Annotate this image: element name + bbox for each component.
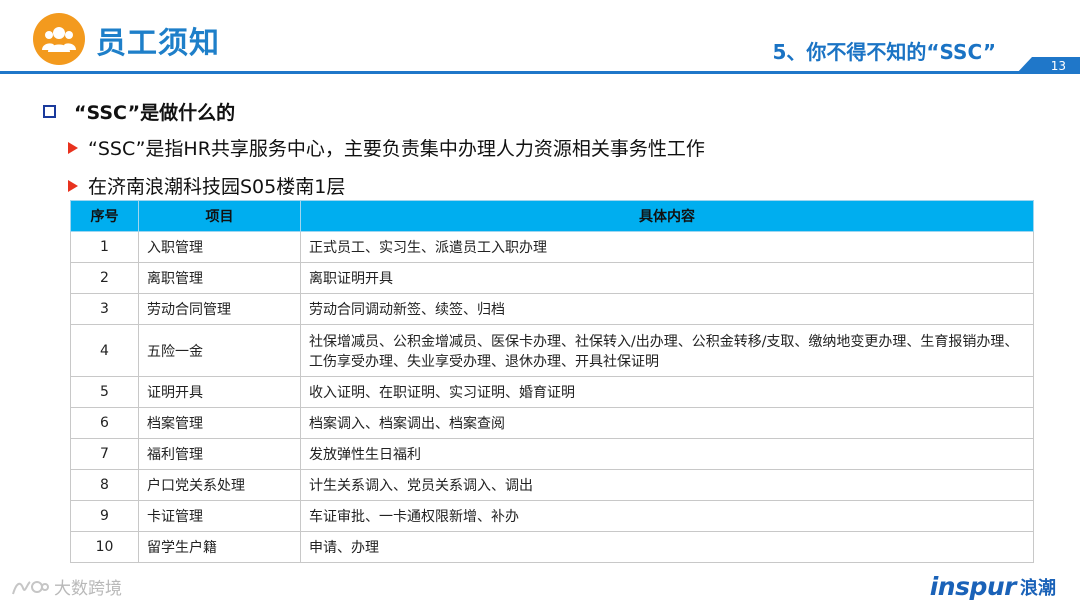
brand-name-cn: 浪潮: [1020, 577, 1056, 599]
cell-content: 档案调入、档案调出、档案查阅: [300, 407, 1034, 439]
header-divider: [0, 71, 1080, 74]
table-row: 5 证明开具 收入证明、在职证明、实习证明、婚育证明: [70, 376, 1034, 408]
cell-num: 4: [70, 324, 139, 377]
header-item: 项目: [138, 200, 301, 232]
cell-item: 留学生户籍: [138, 531, 301, 563]
cell-item: 五险一金: [138, 324, 301, 377]
bullet-text: 在济南浪潮科技园S05楼南1层: [88, 176, 346, 198]
page-number: 13: [1050, 59, 1066, 73]
table-row: 10 留学生户籍 申请、办理: [70, 531, 1034, 563]
cell-content: 计生关系调入、党员关系调入、调出: [300, 469, 1034, 501]
cell-num: 7: [70, 438, 139, 470]
people-icon: [33, 13, 85, 65]
table-row: 4 五险一金 社保增减员、公积金增减员、医保卡办理、社保转入/出办理、公积金转移…: [70, 324, 1034, 377]
cell-num: 8: [70, 469, 139, 501]
watermark-logo-icon: [12, 580, 49, 594]
page-title: 员工须知: [96, 26, 220, 61]
table-row: 8 户口党关系处理 计生关系调入、党员关系调入、调出: [70, 469, 1034, 501]
table-row: 7 福利管理 发放弹性生日福利: [70, 438, 1034, 470]
cell-content: 正式员工、实习生、派遣员工入职办理: [300, 231, 1034, 263]
table-header-row: 序号 项目 具体内容: [70, 200, 1034, 232]
cell-content: 收入证明、在职证明、实习证明、婚育证明: [300, 376, 1034, 408]
cell-item: 证明开具: [138, 376, 301, 408]
cell-item: 离职管理: [138, 262, 301, 294]
header-num: 序号: [70, 200, 139, 232]
cell-num: 1: [70, 231, 139, 263]
cell-content: 离职证明开具: [300, 262, 1034, 294]
watermark-text: 大数跨境: [54, 579, 122, 599]
section-title: 5、你不得不知的“SSC”: [772, 40, 996, 64]
watermark: 大数跨境: [10, 574, 122, 599]
brand-logo: inspur 浪潮: [930, 572, 1056, 601]
bullet-item: “SSC”是指HR共享服务中心，主要负责集中办理人力资源相关事务性工作: [68, 134, 705, 161]
cell-item: 劳动合同管理: [138, 293, 301, 325]
section-heading-text: “SSC”是做什么的: [74, 102, 236, 124]
header-content: 具体内容: [300, 200, 1034, 232]
table-row: 2 离职管理 离职证明开具: [70, 262, 1034, 294]
cell-content: 申请、办理: [300, 531, 1034, 563]
table-row: 1 入职管理 正式员工、实习生、派遣员工入职办理: [70, 231, 1034, 263]
cell-item: 卡证管理: [138, 500, 301, 532]
cell-num: 9: [70, 500, 139, 532]
table-row: 9 卡证管理 车证审批、一卡通权限新增、补办: [70, 500, 1034, 532]
table-row: 3 劳动合同管理 劳动合同调动新签、续签、归档: [70, 293, 1034, 325]
cell-num: 10: [70, 531, 139, 563]
cell-num: 2: [70, 262, 139, 294]
cell-item: 户口党关系处理: [138, 469, 301, 501]
bullet-text: “SSC”是指HR共享服务中心，主要负责集中办理人力资源相关事务性工作: [88, 138, 705, 160]
cell-content: 车证审批、一卡通权限新增、补办: [300, 500, 1034, 532]
arrow-bullet-icon: [68, 179, 78, 192]
cell-num: 6: [70, 407, 139, 439]
ssc-services-table: 序号 项目 具体内容 1 入职管理 正式员工、实习生、派遣员工入职办理 2 离职…: [70, 200, 1034, 563]
cell-content: 劳动合同调动新签、续签、归档: [300, 293, 1034, 325]
cell-content: 社保增减员、公积金增减员、医保卡办理、社保转入/出办理、公积金转移/支取、缴纳地…: [300, 324, 1034, 377]
cell-num: 5: [70, 376, 139, 408]
cell-num: 3: [70, 293, 139, 325]
arrow-bullet-icon: [68, 141, 78, 154]
brand-name-en: inspur: [929, 572, 1017, 601]
table-row: 6 档案管理 档案调入、档案调出、档案查阅: [70, 407, 1034, 439]
bullet-item: 在济南浪潮科技园S05楼南1层: [68, 172, 345, 199]
page-number-tab: [1016, 57, 1080, 74]
cell-item: 档案管理: [138, 407, 301, 439]
square-bullet-icon: [43, 105, 56, 118]
cell-content: 发放弹性生日福利: [300, 438, 1034, 470]
cell-item: 福利管理: [138, 438, 301, 470]
section-heading: “SSC”是做什么的: [43, 98, 235, 125]
cell-item: 入职管理: [138, 231, 301, 263]
